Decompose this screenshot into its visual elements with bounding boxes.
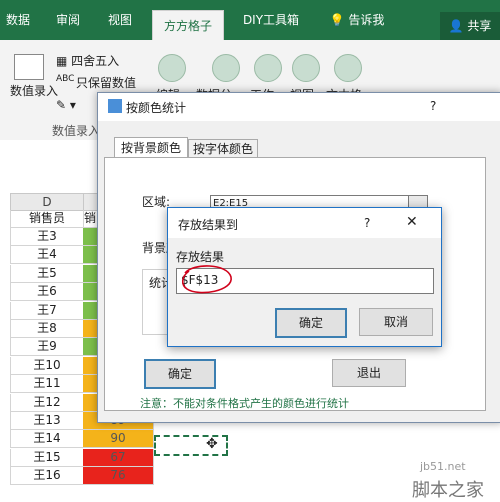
gallery-icon-3[interactable] — [254, 54, 282, 82]
row-name-cell[interactable]: 王11 — [10, 375, 84, 394]
result-input[interactable]: $F$13 — [176, 265, 434, 294]
dialog2-title-bar[interactable]: 存放结果到 ? ✕ — [168, 208, 441, 238]
row-value-cell[interactable]: 76 — [83, 467, 154, 486]
close-icon[interactable]: ✕ — [406, 214, 418, 230]
row-name-cell[interactable]: 王10 — [10, 356, 84, 375]
range-label: 区域: — [142, 195, 171, 209]
person-icon: 👤 — [448, 19, 464, 33]
tell-me-label: 告诉我 — [348, 13, 385, 27]
row-name-cell[interactable]: 王8 — [10, 320, 84, 338]
keep-values-button[interactable]: 只保留数值 — [76, 74, 136, 91]
tab-view[interactable]: 视图 — [102, 0, 138, 40]
row-name-cell[interactable]: 王5 — [10, 264, 84, 283]
row-name-cell[interactable]: 王14 — [10, 430, 84, 449]
round-label: 四舍五入 — [71, 54, 120, 68]
row-name-cell[interactable]: 王12 — [10, 393, 84, 412]
tab-review[interactable]: 审阅 — [50, 0, 86, 40]
app-icon — [108, 99, 122, 113]
row-name-cell[interactable]: 王13 — [10, 412, 84, 430]
row-name-cell[interactable]: 王6 — [10, 283, 84, 302]
ribbon-tab-bar: 数据 审阅 视图 方方格子 DIY工具箱 💡 告诉我 👤 共享 — [0, 0, 500, 41]
row-name-cell[interactable]: 王9 — [10, 338, 84, 357]
lightbulb-icon: 💡 — [329, 13, 345, 27]
data-entry-icon[interactable] — [14, 54, 44, 80]
round-button[interactable]: ▦ 四舍五入 — [56, 52, 119, 69]
cursor-icon: ✥ — [206, 436, 218, 452]
edit-icon[interactable]: ✎ ▾ — [56, 98, 76, 112]
warning-note: 注意：不能对条件格式产生的颜色进行统计 — [140, 397, 349, 410]
row-name-cell[interactable]: 王7 — [10, 301, 84, 320]
tab-fangfang[interactable]: 方方格子 — [152, 10, 224, 41]
cancel-button[interactable]: 取消 — [359, 308, 433, 336]
exit-button[interactable]: 退出 — [332, 359, 406, 387]
dialog-title-bar[interactable]: 按颜色统计 ? — [98, 93, 500, 121]
row-name-cell[interactable]: 王16 — [10, 467, 84, 486]
gallery-icon-4[interactable] — [292, 54, 320, 82]
dialog-title: 按颜色统计 — [126, 101, 187, 115]
gallery-icon-2[interactable] — [212, 54, 240, 82]
tell-me[interactable]: 💡 告诉我 — [322, 0, 392, 40]
dialog2-help-icon[interactable]: ? — [364, 216, 370, 230]
header-cell-salesperson[interactable]: 销售员 — [10, 210, 84, 228]
header-cell-sales[interactable]: 销 — [83, 210, 98, 228]
data-entry-button[interactable]: 数值录入 — [10, 84, 58, 98]
tab-diy[interactable]: DIY工具箱 — [236, 0, 306, 40]
row-name-cell[interactable]: 王4 — [10, 246, 84, 265]
gallery-icon-5[interactable] — [334, 54, 362, 82]
row-name-cell[interactable]: 王3 — [10, 228, 84, 246]
dialog2-ok-button[interactable]: 确定 — [275, 308, 347, 338]
tab-by-font[interactable]: 按字体颜色 — [188, 139, 258, 158]
abc-icon: ABC — [56, 74, 75, 84]
group-label: 数值录入 — [52, 124, 101, 138]
row-value-cell[interactable]: 67 — [83, 448, 154, 467]
ok-button[interactable]: 确定 — [144, 359, 216, 389]
grid-icon: ▦ — [56, 54, 68, 68]
row-value-cell[interactable]: 90 — [83, 430, 154, 449]
red-circle-annotation — [181, 265, 232, 294]
share-label: 共享 — [467, 19, 492, 33]
gallery-icon-1[interactable] — [158, 54, 186, 82]
tab-data[interactable]: 数据 — [0, 0, 36, 40]
store-result-dialog: 存放结果到 ? ✕ 存放结果 $F$13 确定 取消 — [167, 207, 442, 347]
row-name-cell[interactable]: 王15 — [10, 448, 84, 467]
dialog2-title: 存放结果到 — [178, 218, 239, 232]
column-header-d[interactable]: D — [10, 193, 84, 211]
watermark-site: jb51.net — [420, 460, 466, 473]
watermark-brand: 脚本之家 — [412, 480, 484, 501]
share-button[interactable]: 👤 共享 — [440, 12, 500, 40]
help-icon[interactable]: ? — [430, 99, 436, 113]
tab-by-background[interactable]: 按背景颜色 — [114, 137, 188, 158]
